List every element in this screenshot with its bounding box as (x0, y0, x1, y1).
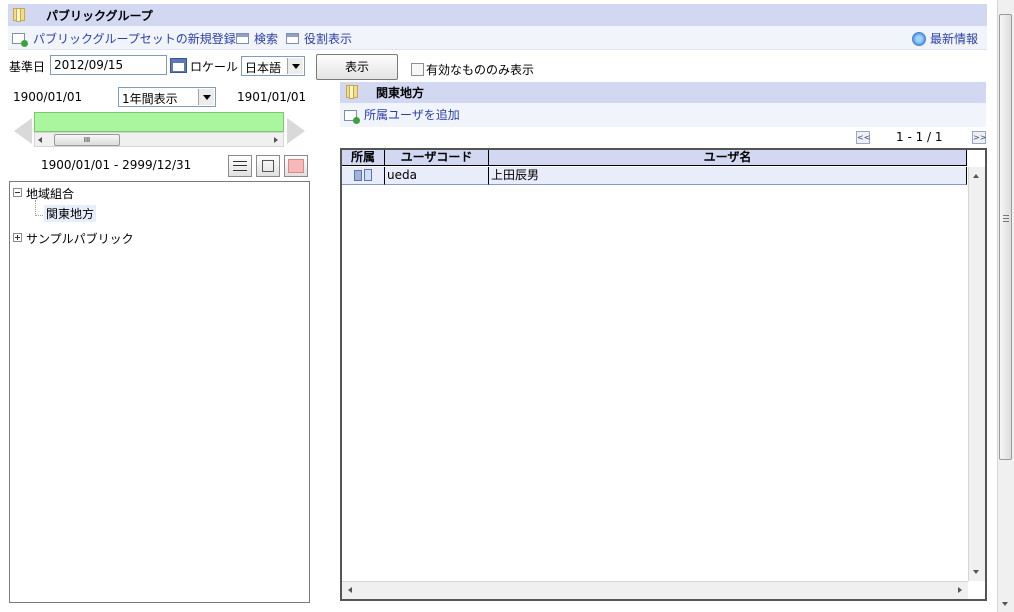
latest-info-link[interactable]: 最新情報 (930, 30, 978, 47)
expand-horizontal-icon[interactable] (228, 155, 252, 177)
add-user-icon (344, 110, 360, 124)
timeline-start-date: 1900/01/01 (13, 90, 83, 104)
locale-select[interactable]: 日本語 (241, 56, 305, 76)
column-header-affiliation[interactable]: 所属 (342, 150, 385, 166)
valid-only-checkbox[interactable] (411, 63, 424, 76)
span-select[interactable]: 1年間表示 (118, 87, 216, 107)
collapse-icon[interactable] (13, 188, 22, 197)
chevron-down-icon (287, 58, 303, 74)
page-scroll-thumb[interactable] (999, 14, 1012, 460)
show-button[interactable]: 表示 (316, 54, 398, 80)
calendar-icon[interactable] (170, 58, 187, 73)
tree-connector (35, 200, 36, 216)
tree-connector (35, 215, 43, 216)
chevron-down-icon (198, 89, 214, 105)
locale-select-value: 日本語 (245, 61, 282, 75)
valid-only-label: 有効なもののみ表示 (426, 63, 535, 77)
table-cell-user-code[interactable]: ueda (385, 167, 489, 185)
detail-header (340, 82, 986, 103)
add-user-link[interactable]: 所属ユーザを追加 (364, 106, 460, 123)
grid-vertical-scrollbar[interactable] (968, 167, 985, 581)
last-page-button[interactable]: >> (972, 131, 986, 144)
refresh-icon (912, 32, 926, 46)
user-icon (364, 169, 372, 181)
user-icon (354, 170, 362, 181)
timeline-bar (34, 112, 284, 132)
locale-label: ロケール (190, 60, 239, 74)
page-title: パブリックグループ (46, 9, 153, 23)
role-view-link[interactable]: 役割表示 (304, 30, 352, 47)
search-link[interactable]: 検索 (254, 30, 278, 47)
scroll-up-icon[interactable] (973, 174, 979, 178)
timeline-scroll-thumb[interactable]: III (54, 134, 120, 146)
scroll-left-icon[interactable] (38, 137, 42, 143)
pager-status: 1 - 1 / 1 (896, 130, 943, 144)
page-header (8, 4, 987, 26)
scroll-down-icon[interactable] (1002, 602, 1008, 606)
folder-icon (13, 8, 25, 22)
scroll-down-icon[interactable] (973, 570, 979, 574)
base-date-input[interactable]: 2012/09/15 (50, 55, 167, 75)
collapse-tree-icon[interactable] (256, 155, 280, 177)
timeline-range: 1900/01/01 - 2999/12/31 (41, 158, 192, 172)
role-window-icon (286, 33, 299, 44)
first-page-button[interactable]: << (856, 131, 870, 144)
expand-icon[interactable] (13, 233, 22, 242)
stop-icon[interactable] (284, 155, 308, 177)
grid-horizontal-scrollbar[interactable] (342, 581, 968, 599)
scroll-right-icon[interactable] (958, 587, 962, 593)
folder-icon (346, 85, 358, 99)
column-header-user-name[interactable]: ユーザ名 (489, 150, 967, 166)
tree-node-root[interactable]: 地域組合 (26, 185, 74, 202)
timeline-prev-arrow[interactable] (14, 118, 32, 144)
scroll-left-icon[interactable] (348, 587, 352, 593)
timeline-next-arrow[interactable] (287, 118, 305, 144)
span-select-value: 1年間表示 (122, 92, 178, 106)
base-date-label: 基準日 (9, 60, 46, 74)
search-window-icon (236, 33, 249, 44)
table-row-affiliation[interactable] (342, 167, 385, 185)
tree-node-selected[interactable]: 関東地方 (44, 205, 97, 222)
user-grid (340, 148, 987, 601)
tree-node-sample[interactable]: サンプルパブリック (26, 230, 134, 247)
new-group-set-link[interactable]: パブリックグループセットの新規登録 (33, 30, 236, 47)
scroll-right-icon[interactable] (274, 137, 278, 143)
timeline-end-date: 1901/01/01 (237, 90, 307, 104)
table-cell-user-name[interactable]: 上田辰男 (489, 167, 967, 185)
column-header-user-code[interactable]: ユーザコード (385, 150, 489, 166)
detail-title: 関東地方 (376, 86, 425, 100)
new-document-icon (12, 33, 28, 47)
